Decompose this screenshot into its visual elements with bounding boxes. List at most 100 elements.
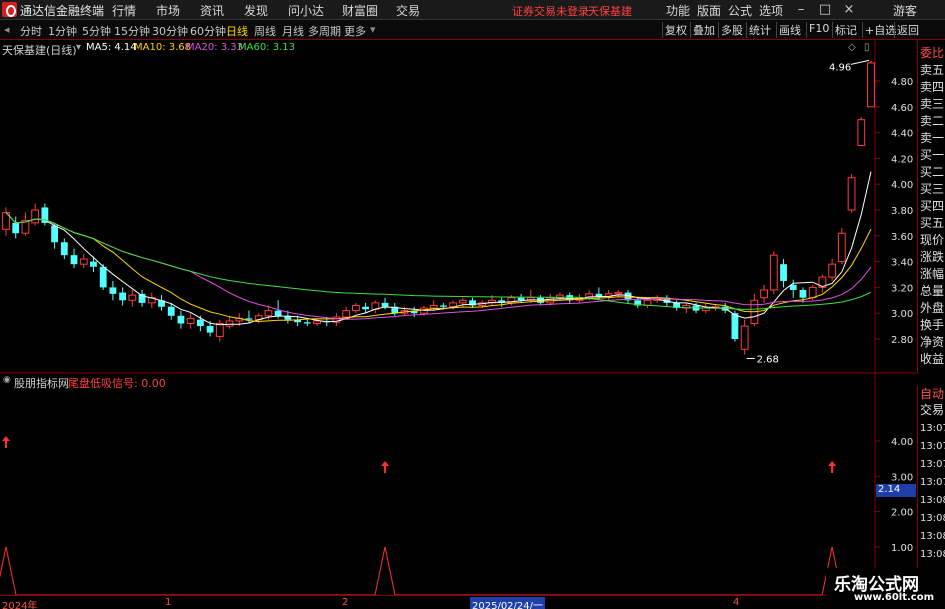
indicator-tick-label: 4.00 xyxy=(891,437,913,448)
candle-body xyxy=(51,225,58,243)
side-trade-label[interactable]: 交易 xyxy=(920,403,944,418)
candle-body xyxy=(808,286,817,299)
menu-wenxiaoda[interactable]: 问小达 xyxy=(288,2,324,19)
period-more[interactable]: 更多 xyxy=(344,23,366,39)
time-tick: 4 xyxy=(733,597,740,608)
candle-body xyxy=(186,317,195,325)
menu-faxian[interactable]: 发现 xyxy=(244,2,268,19)
title-bar: 通达信金融终端 行情 市场 资讯 发现 问小达 财富圈 交易 证券交易未登录 天… xyxy=(0,0,945,20)
candle-body xyxy=(313,320,321,325)
indicator-tick-label: 2.00 xyxy=(891,508,913,519)
close-icon[interactable]: × xyxy=(838,1,860,19)
candle-body xyxy=(167,306,175,316)
signal-line xyxy=(0,546,875,595)
candle-body xyxy=(351,304,360,312)
period-weekly[interactable]: 周线 xyxy=(254,23,276,39)
period-1min[interactable]: 1分钟 xyxy=(48,23,77,39)
minimize-icon[interactable]: – xyxy=(790,1,812,19)
side-row-label: 买四 xyxy=(920,199,945,213)
title-stock-name: 天保基建 xyxy=(588,5,632,18)
menu-xuanxiang[interactable]: 选项 xyxy=(759,2,783,19)
period-monthly[interactable]: 月线 xyxy=(282,23,304,39)
tool-fuquan[interactable]: 复权 xyxy=(662,22,689,38)
app-title: 通达信金融终端 xyxy=(20,4,105,18)
trade-side-panel: 自动交易 13:07 13:07 13:07 13:07 13:08 13:08 13:08 1… xyxy=(917,385,945,595)
menu-gongshi[interactable]: 公式 xyxy=(728,2,752,19)
side-time-label: 13:08 xyxy=(920,513,945,524)
side-row-label: 卖五 xyxy=(920,63,945,77)
tool-duogu[interactable]: 多股 xyxy=(718,22,745,38)
period-30min[interactable]: 30分钟 xyxy=(152,23,188,39)
more-dropdown-icon[interactable]: ▾ xyxy=(370,23,376,36)
price-tick-label: 4.60 xyxy=(891,103,913,114)
candle-body xyxy=(740,325,749,350)
candle-body xyxy=(225,320,234,327)
time-cursor-label: 2025/02/24/一 xyxy=(470,597,546,609)
menu-shichang[interactable]: 市场 xyxy=(156,2,180,19)
candle-body xyxy=(70,255,78,265)
side-row-label: 卖四 xyxy=(920,80,945,94)
candle-body xyxy=(867,62,875,108)
user-guest[interactable]: 游客 xyxy=(893,2,917,19)
candle-body xyxy=(342,310,351,318)
price-tick-label: 3.20 xyxy=(891,283,913,294)
period-daily[interactable]: 日线 xyxy=(226,23,248,39)
side-row-label: 换手 xyxy=(920,318,945,332)
period-fenshi[interactable]: 分时 xyxy=(20,23,42,39)
side-time-label: 13:08 xyxy=(920,495,945,506)
quote-side-panel: 委比 卖五 卖四 卖三 卖二 卖一 买一 买二 买三 买四 买五 现价 涨跌 涨幅 总量 外盘 换手 净资 收益 xyxy=(917,40,945,373)
watermark: 乐淘公式网 www.60lt.com xyxy=(826,568,945,609)
side-time-label: 13:08 xyxy=(920,549,945,560)
side-row-label: 涨跌 xyxy=(920,250,945,264)
menu-hangqing[interactable]: 行情 xyxy=(112,2,136,19)
candle-body xyxy=(177,315,185,324)
candle-body xyxy=(215,323,224,337)
menu-caifuquan[interactable]: 财富圈 xyxy=(342,2,378,19)
menu-zixun[interactable]: 资讯 xyxy=(200,2,224,19)
period-15min[interactable]: 15分钟 xyxy=(114,23,150,39)
tool-tongji[interactable]: 统计 xyxy=(746,22,773,38)
side-row-label: 总量 xyxy=(920,284,945,298)
side-trade-label[interactable]: 自动 xyxy=(920,387,944,402)
side-row-label: 净资 xyxy=(920,335,945,349)
tool-diejia[interactable]: 叠加 xyxy=(690,22,717,38)
tool-huaxian[interactable]: 画线 xyxy=(776,22,803,38)
maximize-icon[interactable]: □ xyxy=(814,1,836,19)
side-row-label: 外盘 xyxy=(920,301,945,315)
candle-body xyxy=(90,261,97,267)
price-tick-label: 2.80 xyxy=(891,335,913,346)
period-5min[interactable]: 5分钟 xyxy=(82,23,111,39)
tool-biaoji[interactable]: 标记 xyxy=(832,22,859,38)
indicator-dropdown-icon[interactable]: ◉ xyxy=(3,375,11,385)
period-multi[interactable]: 多周期 xyxy=(308,23,341,39)
candle-body xyxy=(799,289,807,298)
candle-body xyxy=(517,297,525,301)
candle-body xyxy=(245,318,253,320)
menu-gongneng[interactable]: 功能 xyxy=(666,2,690,19)
period-60min[interactable]: 60分钟 xyxy=(190,23,226,39)
tool-back[interactable]: 返回 xyxy=(894,22,921,38)
low-label: 2.68 xyxy=(757,354,779,365)
tool-f10[interactable]: F10 xyxy=(806,22,831,38)
side-time-label: 13:07 xyxy=(920,441,945,452)
indicator-value-badge: 2.14 xyxy=(876,484,916,497)
candle-body xyxy=(138,293,146,303)
menu-banmian[interactable]: 版面 xyxy=(697,2,721,19)
tool-add-watchlist[interactable]: +自选 xyxy=(862,22,898,38)
candle-body xyxy=(614,292,623,295)
price-tick-label: 4.20 xyxy=(891,154,913,165)
kline-chart[interactable]: 4.80 4.60 4.40 4.20 4.00 3.80 3.60 3.40 3.20 3.00… xyxy=(0,40,917,595)
trade-login-warning[interactable]: 证券交易未登录 xyxy=(512,3,589,19)
side-row-label: 买一 xyxy=(920,148,945,162)
time-tick: 1 xyxy=(165,597,172,608)
candle-body xyxy=(595,293,603,297)
candle-body xyxy=(12,222,20,234)
price-tick-label: 3.40 xyxy=(891,258,913,269)
side-row-label: 买三 xyxy=(920,182,945,196)
side-time-label: 13:07 xyxy=(920,477,945,488)
price-tick-label: 4.40 xyxy=(891,129,913,140)
menu-jiaoyi[interactable]: 交易 xyxy=(396,2,420,19)
signal-arrow-head xyxy=(2,436,10,441)
candle-body xyxy=(99,266,107,288)
period-collapse-icon[interactable]: ◂ xyxy=(4,23,10,36)
